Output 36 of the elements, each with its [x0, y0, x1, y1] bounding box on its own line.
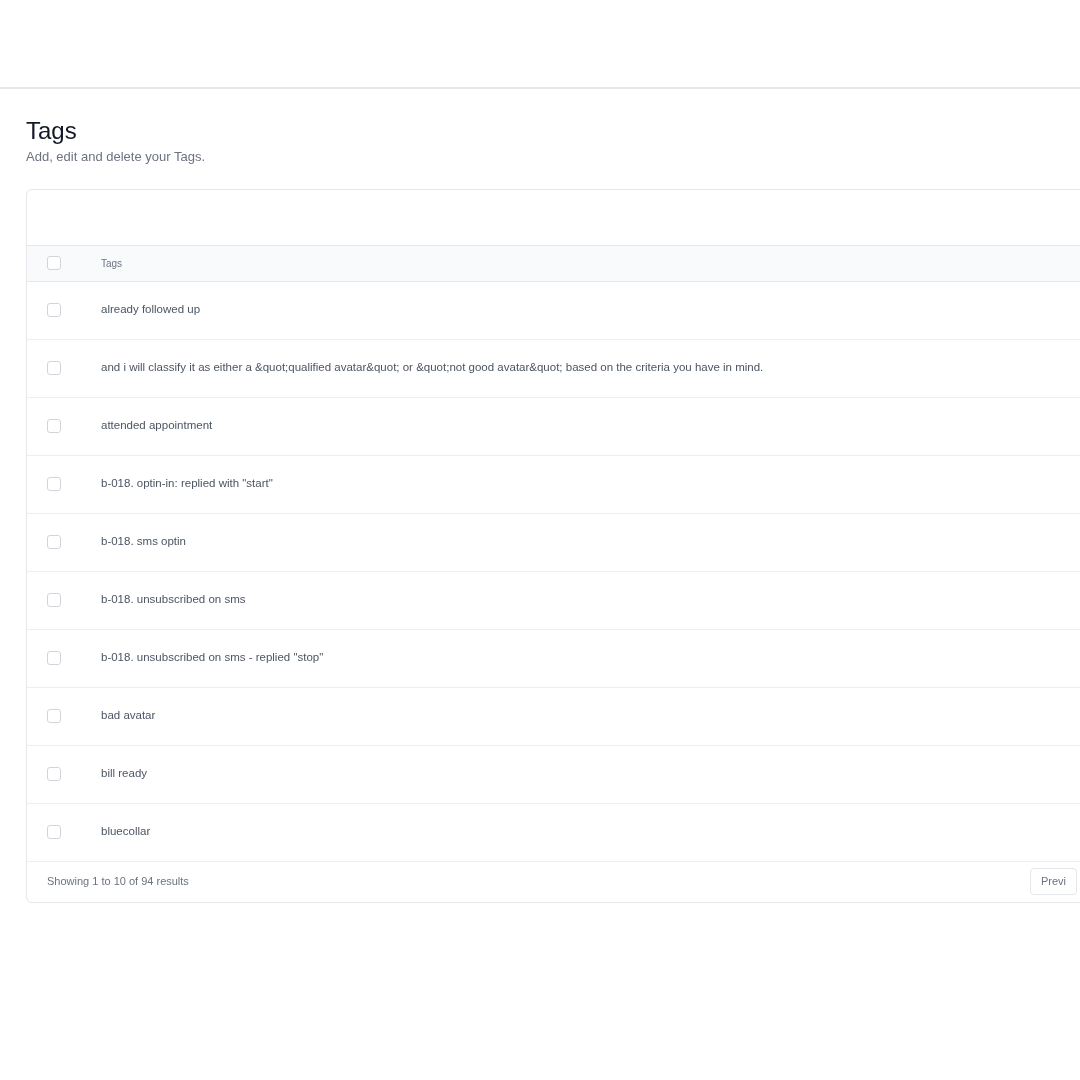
column-header: Tags	[101, 256, 123, 271]
tag-name: b-018. sms optin	[101, 534, 186, 550]
results-summary: Showing 1 to 10 of 94 results	[47, 874, 189, 890]
tag-name: and i will classify it as either a &quot;qualified avatar&quot; or &quot;not good avatar&quot; based on the criteria you have in mind.	[101, 360, 764, 376]
checkbox[interactable]	[47, 419, 61, 433]
checkbox[interactable]	[47, 593, 61, 607]
tag-name: already followed up	[101, 302, 201, 318]
table-row[interactable]: b-018. sms optin	[27, 513, 1080, 572]
table-row[interactable]: bad avatar	[27, 687, 1080, 746]
checkbox[interactable]	[47, 361, 61, 375]
checkbox[interactable]	[47, 535, 61, 549]
table-row[interactable]: bill ready	[27, 745, 1080, 804]
tag-name: b-018. unsubscribed on sms - replied "stop"	[101, 650, 324, 666]
checkbox[interactable]	[47, 709, 61, 723]
table-row[interactable]: attended appointment	[27, 397, 1080, 456]
table-row[interactable]: already followed up	[27, 281, 1080, 340]
checkbox[interactable]	[47, 767, 61, 781]
table-row[interactable]: bluecollar	[27, 803, 1080, 862]
checkbox[interactable]	[47, 477, 61, 491]
table-row[interactable]: b-018. unsubscribed on sms	[27, 571, 1080, 630]
checkbox[interactable]	[47, 825, 61, 839]
page-subtitle: Add, edit and delete your Tags.	[26, 148, 206, 166]
table-row[interactable]: b-018. optin-in: replied with "start"	[27, 455, 1080, 514]
previous-button[interactable]: Previ	[1029, 868, 1077, 895]
page-title: Tags	[26, 117, 78, 145]
tag-name: bill ready	[101, 766, 148, 782]
tag-name: b-018. optin-in: replied with "start"	[101, 476, 273, 492]
tag-name: bluecollar	[101, 824, 151, 840]
checkbox[interactable]	[47, 651, 61, 665]
tag-name: attended appointment	[101, 418, 213, 434]
tag-name: b-018. unsubscribed on sms	[101, 592, 246, 608]
tag-name: bad avatar	[101, 708, 156, 724]
checkbox[interactable]	[47, 256, 61, 270]
table-row[interactable]: and i will classify it as either a &quot;qualified avatar&quot; or &quot;not good avatar&quot; based on the criteria you have in mind.	[27, 339, 1080, 398]
checkbox[interactable]	[47, 303, 61, 317]
table-row[interactable]: b-018. unsubscribed on sms - replied "stop"	[27, 629, 1080, 688]
